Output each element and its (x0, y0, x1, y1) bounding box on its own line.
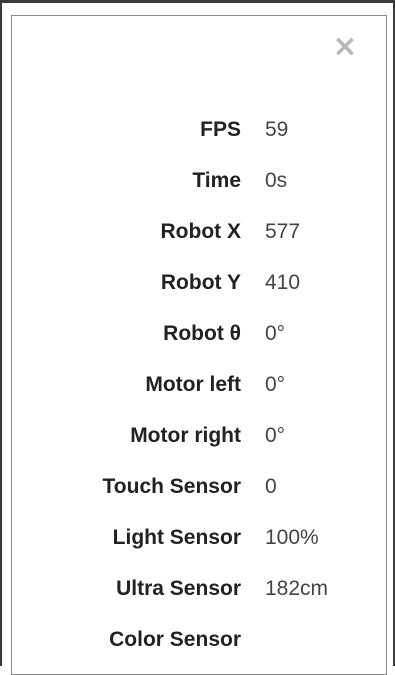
stat-row-motor-left: Motor left 0° (12, 359, 388, 410)
stat-label: FPS (200, 117, 241, 141)
stat-label: Ultra Sensor (116, 576, 241, 600)
stat-row-motor-right: Motor right 0° (12, 410, 388, 461)
stat-value: 0° (265, 423, 286, 447)
stat-row-robot-theta: Robot θ 0° (12, 308, 388, 359)
stat-label: Light Sensor (112, 525, 241, 549)
stat-label: Motor left (145, 372, 241, 396)
stat-value: 0s (265, 168, 288, 192)
stats-list: FPS 59 Time 0s Robot X 577 Robot Y 410 R… (12, 104, 388, 665)
stat-value: 59 (265, 117, 289, 141)
stat-value: 410 (265, 270, 301, 294)
stat-label: Color Sensor (109, 627, 241, 651)
stat-value: 0 (265, 474, 277, 498)
stats-panel: × FPS 59 Time 0s Robot X 577 Robot Y 410… (11, 15, 387, 675)
stat-value: 0° (265, 321, 286, 345)
stat-row-ultra-sensor: Ultra Sensor 182cm (12, 563, 388, 614)
stat-row-touch-sensor: Touch Sensor 0 (12, 461, 388, 512)
stat-label: Touch Sensor (102, 474, 241, 498)
stat-row-color-sensor: Color Sensor (12, 614, 388, 665)
stat-row-time: Time 0s (12, 155, 388, 206)
stat-label: Time (192, 168, 241, 192)
stat-label: Robot X (160, 219, 241, 243)
stat-label: Motor right (130, 423, 241, 447)
window-frame: × FPS 59 Time 0s Robot X 577 Robot Y 410… (0, 0, 395, 675)
stat-label: Robot θ (163, 321, 241, 345)
stat-value: 100% (265, 525, 319, 549)
stat-value: 577 (265, 219, 301, 243)
stat-row-robot-y: Robot Y 410 (12, 257, 388, 308)
close-icon[interactable]: × (332, 32, 358, 62)
stat-row-light-sensor: Light Sensor 100% (12, 512, 388, 563)
stat-label: Robot Y (160, 270, 241, 294)
stat-value: 182cm (265, 576, 329, 600)
stat-value: 0° (265, 372, 286, 396)
stat-row-fps: FPS 59 (12, 104, 388, 155)
stat-row-robot-x: Robot X 577 (12, 206, 388, 257)
